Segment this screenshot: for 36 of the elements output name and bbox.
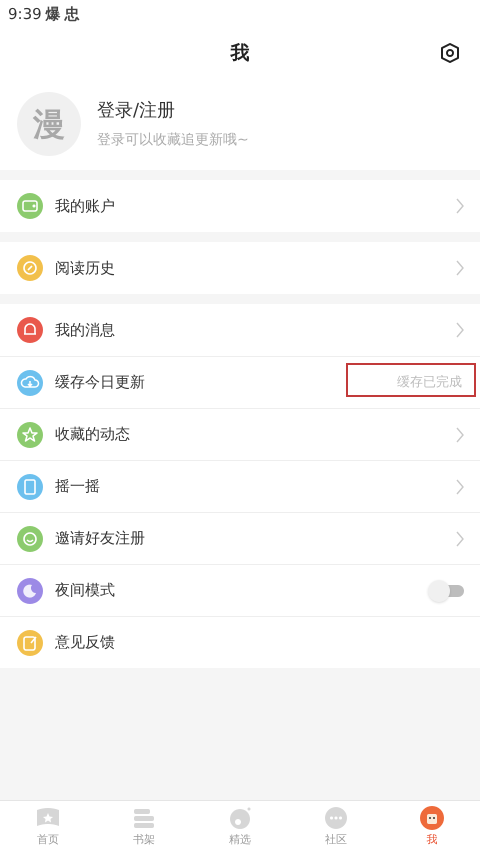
menu-label: 缓存今日更新 [55, 372, 146, 394]
menu-item[interactable]: 摇一摇 [0, 460, 480, 512]
menu-item[interactable]: 缓存今日更新 缓存已完成 [0, 356, 480, 408]
chat-icon [323, 805, 349, 832]
status-text: 缓存已完成 [397, 374, 462, 392]
menu-label: 摇一摇 [55, 476, 101, 498]
menu-label: 夜间模式 [55, 580, 116, 602]
menu-label: 阅读历史 [55, 258, 116, 279]
chevron-right-icon [456, 478, 464, 494]
chevron-right-icon [456, 260, 464, 276]
menu-item[interactable]: 邀请好友注册 [0, 512, 480, 564]
login-link[interactable]: 登录/注册 [97, 97, 249, 124]
menu-label: 意见反馈 [55, 632, 116, 654]
chevron-right-icon [456, 198, 464, 214]
menu-label: 邀请好友注册 [55, 528, 146, 550]
menu-item[interactable]: 夜间模式 [0, 564, 480, 616]
menu-item[interactable]: 收藏的动态 [0, 408, 480, 460]
menu-label: 我的消息 [55, 320, 116, 341]
settings-icon[interactable] [439, 42, 461, 64]
menu-item[interactable]: 意见反馈 [0, 616, 480, 668]
menu-label: 收藏的动态 [55, 424, 131, 446]
login-hint: 登录可以收藏追更新哦~ [97, 131, 249, 150]
avatar: 漫 [17, 92, 81, 156]
tab[interactable]: 我 [384, 801, 480, 853]
menu-item[interactable]: 我的账户 [0, 180, 480, 232]
notification-icon: 忠 [64, 2, 80, 26]
notification-icon: 爆 [46, 2, 61, 26]
chevron-right-icon [456, 322, 464, 338]
page-title: 我 [230, 40, 250, 66]
chevron-right-icon [456, 426, 464, 442]
toggle-switch[interactable] [428, 580, 464, 602]
menu-item[interactable]: 阅读历史 [0, 242, 480, 294]
chevron-right-icon [456, 530, 464, 546]
menu-item[interactable]: 我的消息 [0, 304, 480, 356]
status-time: 9:39 [8, 4, 42, 25]
menu-label: 我的账户 [55, 196, 116, 217]
